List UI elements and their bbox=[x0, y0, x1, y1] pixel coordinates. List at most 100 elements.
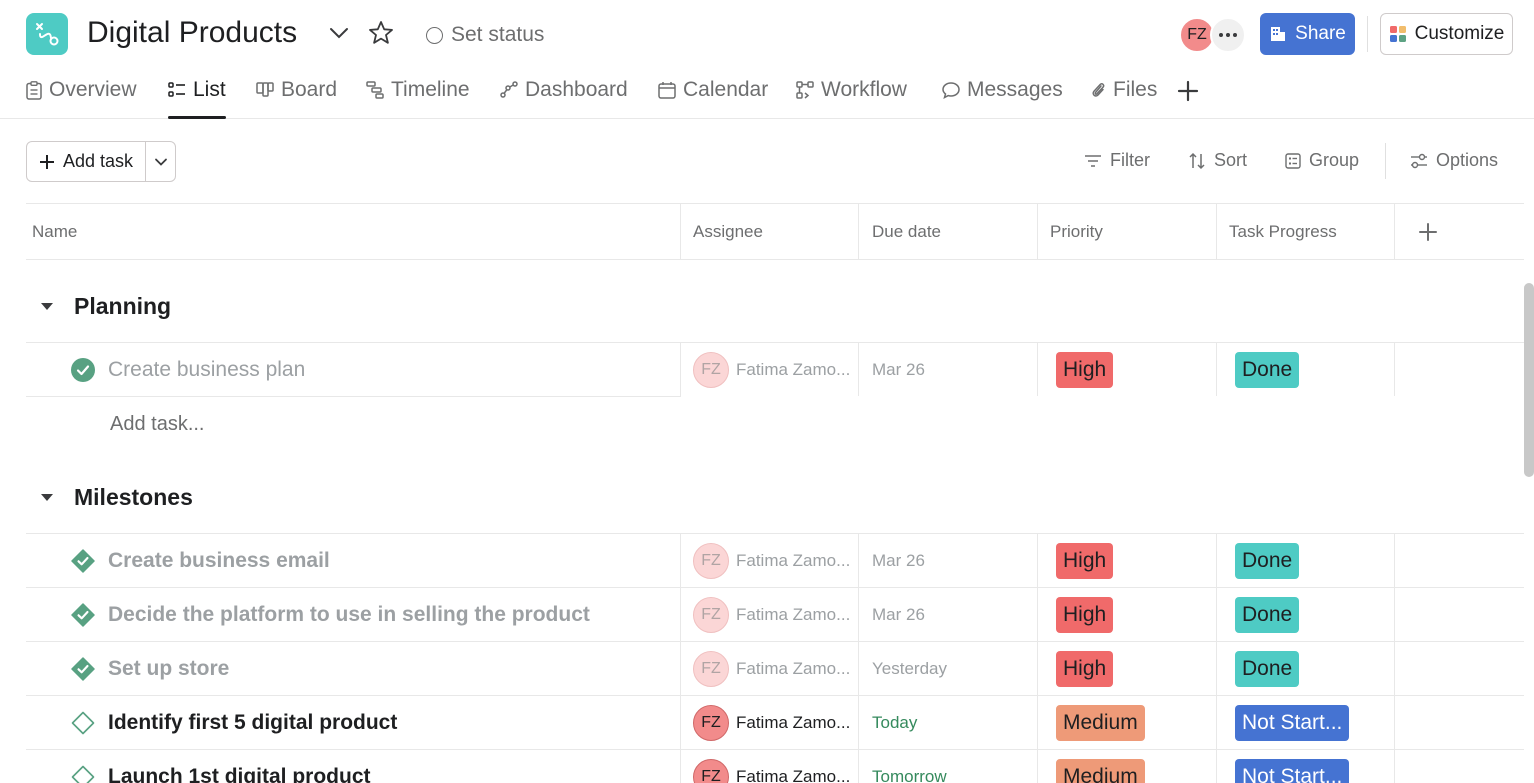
add-tab-icon[interactable] bbox=[1176, 79, 1200, 103]
assignee-name: Fatima Zamo... bbox=[736, 359, 851, 379]
milestone-icon[interactable] bbox=[71, 711, 95, 735]
tab-workflow[interactable]: Workflow bbox=[796, 78, 907, 118]
task-name-cell[interactable]: Decide the platform to use in selling th… bbox=[26, 588, 681, 641]
customize-button[interactable]: Customize bbox=[1380, 13, 1513, 55]
sort-button[interactable]: Sort bbox=[1188, 150, 1247, 171]
task-progress-cell[interactable]: Done bbox=[1217, 343, 1395, 396]
add-task-inline[interactable]: Add task... bbox=[110, 413, 205, 436]
column-header-name[interactable]: Name bbox=[26, 204, 681, 260]
table-header: Name Assignee Due date Priority Task Pro… bbox=[26, 203, 1524, 260]
board-icon bbox=[256, 82, 274, 97]
tab-dashboard[interactable]: Dashboard bbox=[500, 78, 628, 118]
set-status-button[interactable]: Set status bbox=[426, 23, 544, 47]
add-column-icon[interactable] bbox=[1417, 221, 1439, 243]
milestone-done-icon[interactable] bbox=[71, 603, 95, 627]
divider bbox=[1367, 16, 1368, 52]
ellipsis-icon bbox=[1219, 33, 1237, 37]
check-circle-icon[interactable] bbox=[71, 358, 95, 382]
add-task-dropdown[interactable] bbox=[146, 142, 175, 181]
milestone-done-icon[interactable] bbox=[71, 549, 95, 573]
priority-cell[interactable]: High bbox=[1038, 343, 1217, 396]
priority-badge: High bbox=[1056, 596, 1114, 633]
task-name-cell[interactable]: Identify first 5 digital product bbox=[26, 696, 681, 749]
tab-calendar[interactable]: Calendar bbox=[658, 78, 768, 118]
project-icon[interactable] bbox=[26, 13, 68, 55]
column-header-assignee[interactable]: Assignee bbox=[681, 204, 859, 260]
group-button[interactable]: Group bbox=[1285, 150, 1359, 171]
task-name-cell[interactable]: Create business email bbox=[26, 534, 681, 587]
task-name[interactable]: Launch 1st digital product bbox=[108, 765, 371, 783]
star-icon[interactable] bbox=[368, 20, 394, 46]
assignee-cell[interactable]: FZ Fatima Zamo... bbox=[681, 343, 859, 396]
filter-button[interactable]: Filter bbox=[1084, 150, 1150, 171]
assignee-name: Fatima Zamo... bbox=[736, 550, 851, 570]
caret-down-icon[interactable] bbox=[39, 298, 55, 314]
tab-files[interactable]: Files bbox=[1090, 78, 1157, 118]
tab-board[interactable]: Board bbox=[256, 78, 337, 118]
tab-timeline[interactable]: Timeline bbox=[366, 78, 470, 118]
column-header-priority[interactable]: Priority bbox=[1038, 204, 1217, 260]
task-progress-cell[interactable]: Not Start... bbox=[1217, 696, 1395, 749]
task-name-cell[interactable]: Launch 1st digital product bbox=[26, 750, 681, 783]
tab-label: Timeline bbox=[391, 78, 470, 101]
vertical-scrollbar[interactable] bbox=[1524, 283, 1534, 477]
task-name[interactable]: Create business plan bbox=[108, 358, 305, 382]
workflow-icon bbox=[796, 81, 814, 99]
dashboard-icon bbox=[500, 81, 518, 98]
tab-messages[interactable]: Messages bbox=[942, 78, 1063, 118]
priority-cell[interactable]: High bbox=[1038, 642, 1217, 695]
share-button[interactable]: Share bbox=[1260, 13, 1355, 55]
add-task-button[interactable]: Add task bbox=[27, 142, 146, 181]
due-date-cell[interactable]: Mar 26 bbox=[859, 343, 1038, 396]
assignee-cell[interactable]: FZ Fatima Zamo... bbox=[681, 642, 859, 695]
task-progress-cell[interactable]: Done bbox=[1217, 534, 1395, 587]
table-row[interactable]: Decide the platform to use in selling th… bbox=[26, 587, 1524, 641]
milestone-done-icon[interactable] bbox=[71, 657, 95, 681]
table-row[interactable]: Identify first 5 digital product FZ Fati… bbox=[26, 695, 1524, 749]
caret-down-icon[interactable] bbox=[39, 489, 55, 505]
table-row[interactable]: Launch 1st digital product FZ Fatima Zam… bbox=[26, 749, 1524, 783]
task-name[interactable]: Set up store bbox=[108, 657, 229, 681]
task-progress-cell[interactable]: Done bbox=[1217, 642, 1395, 695]
task-progress-cell[interactable]: Not Start... bbox=[1217, 750, 1395, 783]
options-button[interactable]: Options bbox=[1410, 150, 1498, 171]
section-header-planning[interactable]: Planning bbox=[26, 265, 1524, 347]
due-date-cell[interactable]: Mar 26 bbox=[859, 534, 1038, 587]
task-name-cell[interactable]: Set up store bbox=[26, 642, 681, 695]
task-progress-cell[interactable]: Done bbox=[1217, 588, 1395, 641]
section-header-milestones[interactable]: Milestones bbox=[26, 456, 1524, 538]
priority-cell[interactable]: Medium bbox=[1038, 696, 1217, 749]
message-icon bbox=[942, 82, 960, 99]
row-divider bbox=[26, 396, 681, 397]
table-row[interactable]: Create business email FZ Fatima Zamo... … bbox=[26, 533, 1524, 587]
task-name[interactable]: Decide the platform to use in selling th… bbox=[108, 603, 590, 627]
due-date-cell[interactable]: Today bbox=[859, 696, 1038, 749]
assignee-cell[interactable]: FZ Fatima Zamo... bbox=[681, 534, 859, 587]
due-date-cell[interactable]: Tomorrow bbox=[859, 750, 1038, 783]
priority-cell[interactable]: High bbox=[1038, 588, 1217, 641]
table-row[interactable]: Create business plan FZ Fatima Zamo... M… bbox=[26, 342, 1524, 396]
tab-list[interactable]: List bbox=[168, 78, 226, 119]
milestone-icon[interactable] bbox=[71, 765, 95, 783]
priority-cell[interactable]: Medium bbox=[1038, 750, 1217, 783]
more-members-button[interactable] bbox=[1210, 17, 1246, 53]
task-name[interactable]: Create business email bbox=[108, 549, 330, 573]
column-header-task-progress[interactable]: Task Progress bbox=[1217, 204, 1395, 260]
customize-label: Customize bbox=[1414, 23, 1505, 44]
progress-badge: Not Start... bbox=[1235, 758, 1350, 783]
chevron-down-icon[interactable] bbox=[328, 22, 350, 44]
task-name[interactable]: Identify first 5 digital product bbox=[108, 711, 397, 735]
assignee-cell[interactable]: FZ Fatima Zamo... bbox=[681, 696, 859, 749]
tab-label: Files bbox=[1113, 78, 1158, 101]
column-header-due-date[interactable]: Due date bbox=[859, 204, 1038, 260]
assignee-cell[interactable]: FZ Fatima Zamo... bbox=[681, 588, 859, 641]
priority-cell[interactable]: High bbox=[1038, 534, 1217, 587]
list-icon bbox=[168, 82, 185, 97]
assignee-cell[interactable]: FZ Fatima Zamo... bbox=[681, 750, 859, 783]
due-date-cell[interactable]: Mar 26 bbox=[859, 588, 1038, 641]
priority-badge: Medium bbox=[1056, 758, 1145, 783]
due-date-cell[interactable]: Yesterday bbox=[859, 642, 1038, 695]
task-name-cell[interactable]: Create business plan bbox=[26, 343, 681, 396]
table-row[interactable]: Set up store FZ Fatima Zamo... Yesterday… bbox=[26, 641, 1524, 695]
tab-overview[interactable]: Overview bbox=[26, 78, 137, 118]
